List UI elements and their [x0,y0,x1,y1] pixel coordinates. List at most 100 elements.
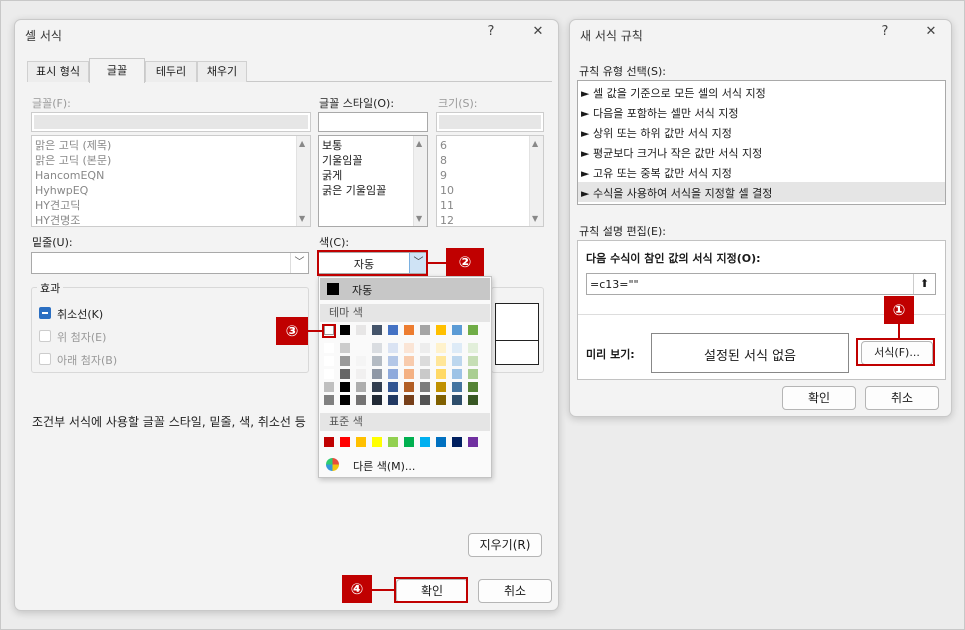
theme-color-swatch[interactable] [324,343,334,353]
theme-color-swatch[interactable] [468,369,478,379]
theme-color-swatch[interactable] [436,356,446,366]
list-item[interactable]: HY견고딕 [35,198,80,213]
list-item[interactable]: 굵게 [322,168,342,183]
theme-color-swatch[interactable] [420,382,430,392]
theme-color-swatch[interactable] [388,382,398,392]
list-item[interactable]: 11 [440,198,454,213]
theme-color-swatch[interactable] [420,395,430,405]
theme-color-swatch[interactable] [388,356,398,366]
theme-color-swatch[interactable] [372,382,382,392]
theme-color-swatch[interactable] [468,343,478,353]
auto-color-row[interactable]: 자동 [320,278,490,300]
standard-color-swatch[interactable] [420,437,430,447]
strikethrough-checkbox[interactable] [39,307,51,319]
theme-color-swatch[interactable] [372,325,382,335]
theme-color-swatch[interactable] [324,382,334,392]
rule-type-item[interactable]: ► 셀 값을 기준으로 모든 셀의 서식 지정 [581,85,766,101]
theme-color-swatch[interactable] [436,395,446,405]
style-input[interactable] [318,112,428,132]
list-item[interactable]: 맑은 고딕 (본문) [35,153,111,168]
list-item[interactable]: 8 [440,153,447,168]
clear-button[interactable]: 지우기(R) [468,533,542,557]
superscript-checkbox[interactable] [39,330,51,342]
size-input[interactable] [436,112,544,132]
rule-type-item-selected[interactable]: ► 수식을 사용하여 서식을 지정할 셀 결정 [578,182,945,202]
theme-color-swatch[interactable] [452,382,462,392]
theme-color-swatch[interactable] [340,343,350,353]
collapse-dialog-icon[interactable]: ⬆ [913,274,935,294]
list-item[interactable]: 굵은 기울임꼴 [322,183,386,198]
theme-color-swatch[interactable] [420,369,430,379]
theme-color-swatch[interactable] [324,395,334,405]
theme-color-swatch[interactable] [388,369,398,379]
theme-color-swatch[interactable] [324,369,334,379]
theme-color-swatch[interactable] [452,356,462,366]
theme-color-swatch[interactable] [356,325,366,335]
theme-color-swatch[interactable] [468,382,478,392]
theme-color-swatch[interactable] [340,395,350,405]
list-item[interactable]: 10 [440,183,454,198]
cancel-button[interactable]: 취소 [478,579,552,603]
theme-color-swatch[interactable] [356,395,366,405]
theme-color-swatch[interactable] [452,343,462,353]
theme-color-swatch[interactable] [388,343,398,353]
theme-color-swatch[interactable] [324,356,334,366]
theme-color-swatch[interactable] [468,356,478,366]
font-input[interactable] [31,112,311,132]
theme-color-swatch[interactable] [404,356,414,366]
theme-color-swatch[interactable] [436,325,446,335]
standard-color-swatch[interactable] [324,437,334,447]
rule-type-list[interactable]: ► 셀 값을 기준으로 모든 셀의 서식 지정 ► 다음을 포함하는 셀만 서식… [577,80,946,205]
rule-type-item[interactable]: ► 다음을 포함하는 셀만 서식 지정 [581,105,739,121]
scrollbar[interactable]: ▲ ▼ [296,136,310,226]
theme-color-swatch[interactable] [340,382,350,392]
theme-color-swatch[interactable] [340,356,350,366]
tab-number[interactable]: 표시 형식 [27,61,89,82]
theme-color-swatch[interactable] [404,382,414,392]
theme-color-swatch[interactable] [372,356,382,366]
rule-type-item[interactable]: ► 고유 또는 중복 값만 서식 지정 [581,165,732,181]
standard-color-swatch[interactable] [356,437,366,447]
list-item[interactable]: 12 [440,213,454,228]
ok-button[interactable]: 확인 [782,386,856,410]
formula-input[interactable]: =c13="" ⬆ [586,273,936,295]
standard-color-swatch[interactable] [388,437,398,447]
theme-color-swatch[interactable] [420,343,430,353]
list-item[interactable]: 9 [440,168,447,183]
theme-color-swatch[interactable] [452,325,462,335]
standard-color-swatch[interactable] [468,437,478,447]
list-item[interactable]: 보통 [322,138,342,153]
theme-color-swatch[interactable] [388,325,398,335]
close-icon[interactable]: ✕ [920,24,942,39]
font-list[interactable]: 맑은 고딕 (제목) 맑은 고딕 (본문) HancomEQN HyhwpEQ … [31,135,311,227]
list-item[interactable]: HancomEQN [35,168,104,183]
theme-color-swatch[interactable] [436,369,446,379]
list-item[interactable]: 맑은 고딕 (제목) [35,138,111,153]
theme-color-swatch[interactable] [436,343,446,353]
scrollbar[interactable]: ▲ ▼ [413,136,427,226]
underline-select[interactable]: ﹀ [31,252,309,274]
theme-color-swatch[interactable] [420,356,430,366]
theme-color-swatch[interactable] [468,325,478,335]
theme-color-swatch[interactable] [372,343,382,353]
theme-color-swatch[interactable] [356,356,366,366]
style-list[interactable]: 보통 기울임꼴 굵게 굵은 기울임꼴 ▲ ▼ [318,135,428,227]
theme-color-swatch[interactable] [468,395,478,405]
theme-color-swatch[interactable] [404,343,414,353]
theme-color-swatch[interactable] [388,395,398,405]
theme-color-swatch[interactable] [356,369,366,379]
standard-color-swatch[interactable] [404,437,414,447]
rule-type-item[interactable]: ► 평균보다 크거나 작은 값만 서식 지정 [581,145,762,161]
theme-color-swatch[interactable] [420,325,430,335]
help-button[interactable]: ? [480,24,502,39]
theme-color-swatch[interactable] [340,369,350,379]
standard-color-swatch[interactable] [452,437,462,447]
list-item[interactable]: HY견명조 [35,213,80,228]
tab-border[interactable]: 테두리 [145,61,197,82]
standard-color-swatch[interactable] [340,437,350,447]
list-item[interactable]: 6 [440,138,447,153]
subscript-checkbox[interactable] [39,353,51,365]
close-icon[interactable]: ✕ [527,24,549,39]
list-item[interactable]: 기울임꼴 [322,153,362,168]
theme-color-swatch[interactable] [436,382,446,392]
